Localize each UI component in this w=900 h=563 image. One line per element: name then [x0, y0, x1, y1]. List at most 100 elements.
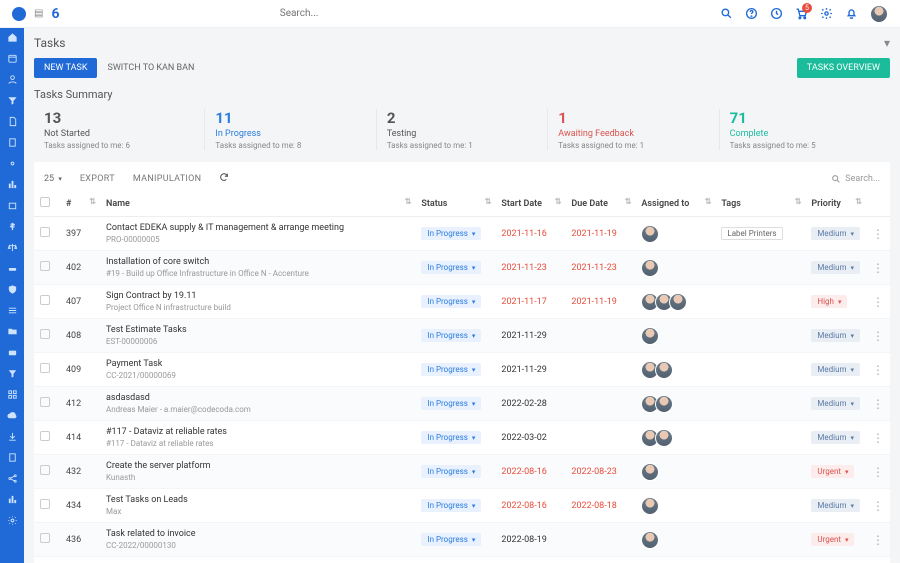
user-icon[interactable]	[7, 74, 18, 85]
assignee-avatars[interactable]	[641, 259, 709, 277]
priority-pill[interactable]: Medium ▾	[811, 431, 860, 444]
cog-icon[interactable]	[7, 515, 18, 526]
new-task-button[interactable]: NEW TASK	[34, 58, 97, 78]
assignee-avatars[interactable]	[641, 497, 709, 515]
file-icon[interactable]	[7, 116, 18, 127]
summary-card[interactable]: 1Awaiting FeedbackTasks assigned to me: …	[548, 109, 719, 150]
col-status[interactable]: Status⇅	[415, 191, 495, 217]
priority-pill[interactable]: Medium ▾	[811, 363, 860, 376]
assignee-avatars[interactable]	[641, 463, 709, 481]
row-checkbox[interactable]	[40, 397, 50, 407]
avatar[interactable]	[641, 531, 659, 549]
col-id[interactable]: #⇅	[60, 191, 100, 217]
assignee-avatars[interactable]	[641, 327, 709, 345]
tag-chip[interactable]: Label Printers	[721, 227, 782, 240]
table-row[interactable]: 436Task related to invoiceCC-2022/000001…	[34, 523, 890, 557]
summary-card[interactable]: 71CompleteTasks assigned to me: 5	[720, 109, 890, 150]
status-pill[interactable]: In Progress ▾	[421, 363, 481, 376]
status-pill[interactable]: In Progress ▾	[421, 465, 481, 478]
table-row[interactable]: 409Payment TaskCC-2021/00000069In Progre…	[34, 353, 890, 387]
search-icon[interactable]	[720, 7, 733, 20]
status-pill[interactable]: In Progress ▾	[421, 431, 481, 444]
tasks-overview-button[interactable]: TASKS OVERVIEW	[797, 58, 890, 78]
avatar[interactable]	[641, 225, 659, 243]
summary-card[interactable]: 13Not StartedTasks assigned to me: 6	[34, 109, 205, 150]
row-menu-icon[interactable]: ⋮	[866, 251, 890, 285]
row-menu-icon[interactable]: ⋮	[866, 285, 890, 319]
row-checkbox[interactable]	[40, 499, 50, 509]
box-icon[interactable]	[7, 200, 18, 211]
task-title[interactable]: Payment Task	[106, 359, 409, 369]
row-menu-icon[interactable]: ⋮	[866, 455, 890, 489]
task-title[interactable]: asdasdasd	[106, 393, 409, 403]
help-icon[interactable]	[745, 7, 758, 20]
table-row[interactable]: 407Sign Contract by 19.11Project Office …	[34, 285, 890, 319]
table-search[interactable]: Search...	[831, 174, 880, 184]
history-icon[interactable]	[770, 7, 783, 20]
filter-icon[interactable]	[7, 95, 18, 106]
avatar[interactable]	[641, 259, 659, 277]
table-row[interactable]: 397Contact EDEKA supply & IT management …	[34, 217, 890, 251]
table-row[interactable]: 434Test Tasks on LeadsMaxIn Progress ▾20…	[34, 489, 890, 523]
task-title[interactable]: Test Estimate Tasks	[106, 325, 409, 335]
cloud-icon[interactable]	[7, 410, 18, 421]
avatar[interactable]	[655, 429, 673, 447]
row-checkbox[interactable]	[40, 295, 50, 305]
row-menu-icon[interactable]: ⋮	[866, 557, 890, 563]
user-avatar[interactable]	[870, 5, 888, 23]
row-checkbox[interactable]	[40, 533, 50, 543]
app-logo[interactable]: ▤ 6	[12, 6, 60, 22]
row-menu-icon[interactable]: ⋮	[866, 217, 890, 251]
table-row[interactable]: 432Create the server platformKunasthIn P…	[34, 455, 890, 489]
bell-icon[interactable]	[845, 7, 858, 20]
status-pill[interactable]: In Progress ▾	[421, 227, 481, 240]
manipulation-button[interactable]: MANIPULATION	[133, 174, 201, 184]
avatar[interactable]	[669, 293, 687, 311]
col-priority[interactable]: Priority⇅	[805, 191, 866, 217]
priority-pill[interactable]: Medium ▾	[811, 499, 860, 512]
status-pill[interactable]: In Progress ▾	[421, 397, 481, 410]
filter-toggle-icon[interactable]: ▾	[884, 36, 890, 50]
camera-icon[interactable]	[7, 347, 18, 358]
col-start[interactable]: Start Date⇅	[495, 191, 565, 217]
home-icon[interactable]	[7, 32, 18, 43]
row-checkbox[interactable]	[40, 465, 50, 475]
status-pill[interactable]: In Progress ▾	[421, 261, 481, 274]
download-icon[interactable]	[7, 431, 18, 442]
settings-gear-icon[interactable]	[820, 7, 833, 20]
table-row[interactable]: 412asdasdasdAndreas Maier - a.maier@code…	[34, 387, 890, 421]
row-menu-icon[interactable]: ⋮	[866, 353, 890, 387]
shield-icon[interactable]	[7, 284, 18, 295]
share-icon[interactable]	[7, 473, 18, 484]
select-all-checkbox[interactable]	[40, 197, 50, 207]
row-checkbox[interactable]	[40, 261, 50, 271]
avatar[interactable]	[641, 463, 659, 481]
summary-card[interactable]: 11In ProgressTasks assigned to me: 8	[205, 109, 376, 150]
row-checkbox[interactable]	[40, 363, 50, 373]
priority-pill[interactable]: Medium ▾	[811, 329, 860, 342]
assignee-avatars[interactable]	[641, 531, 709, 549]
avatar[interactable]	[655, 395, 673, 413]
cart-icon[interactable]: 5	[795, 7, 808, 20]
row-menu-icon[interactable]: ⋮	[866, 489, 890, 523]
col-tags[interactable]: Tags⇅	[715, 191, 805, 217]
row-checkbox[interactable]	[40, 329, 50, 339]
list-icon[interactable]	[7, 305, 18, 316]
clipboard-icon[interactable]	[7, 452, 18, 463]
assignee-avatars[interactable]	[641, 395, 709, 413]
search-input[interactable]	[280, 8, 500, 19]
assignee-avatars[interactable]	[641, 293, 709, 311]
grid-icon[interactable]	[7, 389, 18, 400]
col-due[interactable]: Due Date⇅	[565, 191, 635, 217]
row-checkbox[interactable]	[40, 431, 50, 441]
priority-pill[interactable]: High ▾	[811, 295, 847, 308]
col-assigned[interactable]: Assigned to⇅	[635, 191, 715, 217]
global-search[interactable]	[60, 8, 721, 19]
car-icon[interactable]	[7, 263, 18, 274]
assignee-avatars[interactable]	[641, 361, 709, 379]
row-menu-icon[interactable]: ⋮	[866, 387, 890, 421]
table-row[interactable]: 414#117 - Dataviz at reliable rates#117 …	[34, 421, 890, 455]
row-checkbox[interactable]	[40, 227, 50, 237]
scale-icon[interactable]	[7, 242, 18, 253]
task-title[interactable]: Test Tasks on Leads	[106, 495, 409, 505]
